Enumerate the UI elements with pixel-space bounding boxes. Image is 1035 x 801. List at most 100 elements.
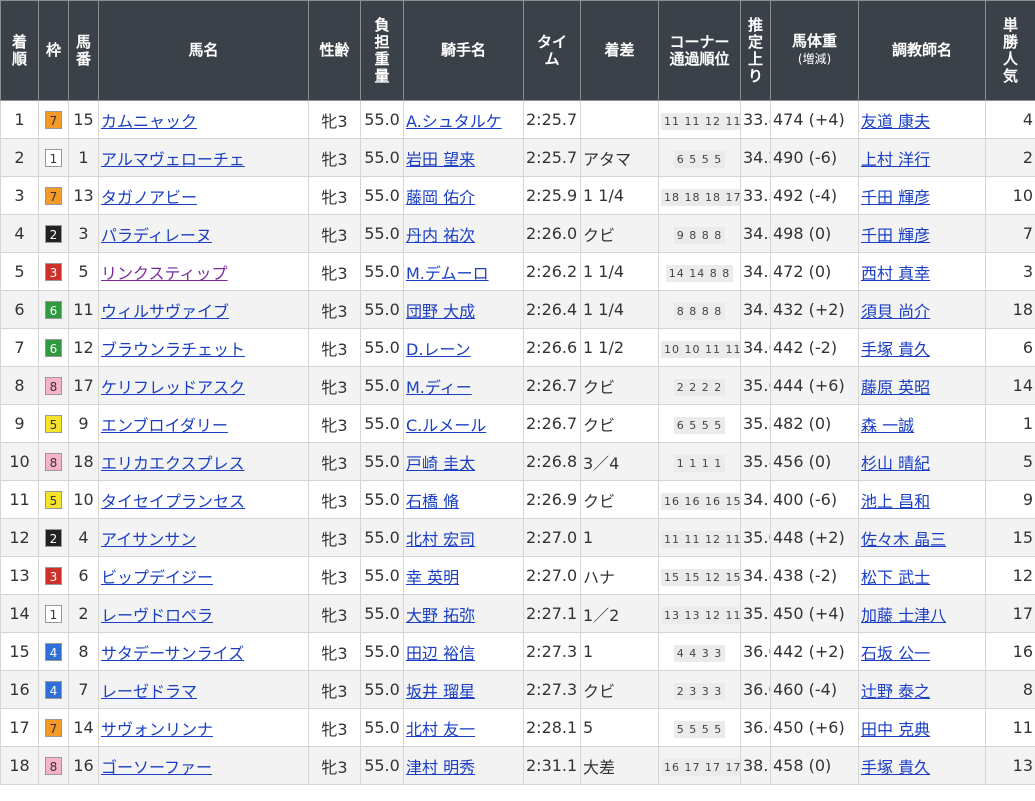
horse-name-link[interactable]: ビップデイジー — [101, 568, 213, 587]
horse-name-link[interactable]: ウィルサヴァイブ — [101, 302, 229, 321]
jockey-link[interactable]: M.ディー — [406, 378, 472, 397]
horse-name-link[interactable]: エリカエクスプレス — [101, 454, 245, 473]
horse-name-link[interactable]: カムニャック — [101, 112, 197, 131]
horse-name-link[interactable]: サヴォンリンナ — [101, 720, 213, 739]
trainer-link[interactable]: 杉山 晴紀 — [861, 454, 930, 473]
jockey-link[interactable]: 石橋 脩 — [406, 492, 459, 511]
trainer-link[interactable]: 松下 武士 — [861, 568, 930, 587]
trainer-link[interactable]: 石坂 公一 — [861, 644, 930, 663]
corner-cell: 8 8 8 8 — [658, 290, 741, 329]
horse-name-cell: アイサンサン — [98, 518, 309, 557]
trainer-link[interactable]: 手塚 貴久 — [861, 758, 930, 777]
header-popularity: 単勝人気 — [985, 0, 1035, 101]
jockey-link[interactable]: 岩田 望来 — [406, 150, 475, 169]
rank-cell: 3 — [0, 176, 39, 215]
agari-cell: 34.3 — [740, 214, 771, 253]
waku-badge: 7 — [45, 719, 62, 737]
trainer-link[interactable]: 田中 克典 — [861, 720, 930, 739]
trainer-link[interactable]: 加藤 士津八 — [861, 606, 946, 625]
rank-cell: 4 — [0, 214, 39, 253]
horse-name-link[interactable]: サタデーサンライズ — [101, 644, 244, 663]
table-row: 6 6 11 ウィルサヴァイブ 牝3 55.0 団野 大成 2:26.4 1 1/4 8 8 8 … — [0, 290, 1035, 329]
horse-name-link[interactable]: アイサンサン — [101, 530, 196, 549]
margin-cell: クビ — [580, 404, 659, 443]
trainer-link[interactable]: 上村 洋行 — [861, 150, 930, 169]
trainer-link[interactable]: 藤原 英昭 — [861, 378, 930, 397]
table-row: 15 4 8 サタデーサンライズ 牝3 55.0 田辺 裕信 2:27.3 1 4 4 3 3 36… — [0, 632, 1035, 671]
jockey-link[interactable]: 大野 拓弥 — [406, 606, 475, 625]
horse-name-link[interactable]: レーヴドロペラ — [101, 606, 213, 625]
corner-positions: 1 1 1 1 — [673, 454, 726, 472]
time-cell: 2:27.0 — [523, 518, 581, 557]
jockey-link[interactable]: 幸 英明 — [406, 568, 459, 587]
jockey-link[interactable]: 津村 明秀 — [406, 758, 475, 777]
jockey-link[interactable]: 田辺 裕信 — [406, 644, 475, 663]
waku-cell: 8 — [38, 366, 69, 405]
waku-badge: 2 — [45, 529, 62, 547]
weight-cell: 55.0 — [360, 556, 404, 595]
sex-age-cell: 牝3 — [308, 100, 361, 139]
horse-name-link[interactable]: レーゼドラマ — [101, 682, 197, 701]
weight-cell: 55.0 — [360, 100, 404, 139]
body-weight-cell: 460 (-4) — [770, 670, 859, 709]
jockey-cell: C.ルメール — [403, 404, 524, 443]
jockey-link[interactable]: 藤岡 佑介 — [406, 188, 475, 207]
jockey-cell: 北村 友一 — [403, 708, 524, 747]
jockey-link[interactable]: 団野 大成 — [406, 302, 475, 321]
horse-name-link[interactable]: ケリフレッドアスク — [101, 378, 245, 397]
trainer-link[interactable]: 千田 輝彦 — [861, 226, 930, 245]
jockey-link[interactable]: 北村 宏司 — [406, 530, 475, 549]
trainer-link[interactable]: 千田 輝彦 — [861, 188, 930, 207]
trainer-link[interactable]: 辻野 泰之 — [861, 682, 930, 701]
trainer-link[interactable]: 佐々木 晶三 — [861, 530, 946, 549]
horse-name-link[interactable]: アルマヴェローチェ — [101, 150, 245, 169]
sex-age-cell: 牝3 — [308, 442, 361, 481]
jockey-link[interactable]: D.レーン — [406, 340, 471, 359]
horse-name-link[interactable]: タガノアビー — [101, 188, 197, 207]
umaban-cell: 12 — [68, 328, 99, 367]
weight-cell: 55.0 — [360, 138, 404, 177]
trainer-cell: 池上 昌和 — [858, 480, 986, 519]
horse-name-link[interactable]: パラディレーヌ — [101, 226, 212, 245]
sex-age-cell: 牝3 — [308, 290, 361, 329]
sex-age-cell: 牝3 — [308, 404, 361, 443]
horse-name-link[interactable]: リンクスティップ — [101, 264, 228, 283]
corner-cell: 16 16 16 15 — [658, 480, 741, 519]
trainer-link[interactable]: 友道 康夫 — [861, 112, 930, 131]
horse-name-link[interactable]: タイセイプランセス — [101, 492, 245, 511]
body-weight-cell: 450 (+6) — [770, 708, 859, 747]
weight-cell: 55.0 — [360, 290, 404, 329]
jockey-link[interactable]: M.デムーロ — [406, 264, 489, 283]
waku-cell: 2 — [38, 518, 69, 557]
body-weight-cell: 474 (+4) — [770, 100, 859, 139]
horse-name-cell: レーゼドラマ — [98, 670, 309, 709]
jockey-link[interactable]: A.シュタルケ — [406, 112, 502, 131]
trainer-link[interactable]: 森 一誠 — [861, 416, 914, 435]
jockey-link[interactable]: 坂井 瑠星 — [406, 682, 475, 701]
body-weight-cell: 450 (+4) — [770, 594, 859, 633]
popularity-cell: 2 — [985, 138, 1035, 177]
body-weight-cell: 472 (0) — [770, 252, 859, 291]
jockey-link[interactable]: 戸崎 圭太 — [406, 454, 475, 473]
horse-name-cell: レーヴドロペラ — [98, 594, 309, 633]
trainer-link[interactable]: 池上 昌和 — [861, 492, 930, 511]
trainer-link[interactable]: 西村 真幸 — [861, 264, 930, 283]
result-rows: 1 7 15 カムニャック 牝3 55.0 A.シュタルケ 2:25.7 11 11 12 11… — [0, 100, 1035, 785]
rank-cell: 5 — [0, 252, 39, 291]
jockey-cell: 津村 明秀 — [403, 746, 524, 785]
jockey-link[interactable]: 丹内 祐次 — [406, 226, 475, 245]
jockey-link[interactable]: C.ルメール — [406, 416, 486, 435]
header-corner: コーナー 通過順位 — [658, 0, 741, 101]
body-weight-cell: 458 (0) — [770, 746, 859, 785]
umaban-cell: 17 — [68, 366, 99, 405]
horse-name-link[interactable]: ゴーソーファー — [101, 758, 212, 777]
trainer-link[interactable]: 須貝 尚介 — [861, 302, 930, 321]
jockey-link[interactable]: 北村 友一 — [406, 720, 475, 739]
horse-name-link[interactable]: ブラウンラチェット — [101, 340, 245, 359]
horse-name-link[interactable]: エンブロイダリー — [101, 416, 228, 435]
rank-cell: 15 — [0, 632, 39, 671]
table-row: 12 2 4 アイサンサン 牝3 55.0 北村 宏司 2:27.0 1 11 11 12 11 3… — [0, 518, 1035, 557]
trainer-link[interactable]: 手塚 貴久 — [861, 340, 930, 359]
jockey-cell: D.レーン — [403, 328, 524, 367]
waku-cell: 6 — [38, 328, 69, 367]
